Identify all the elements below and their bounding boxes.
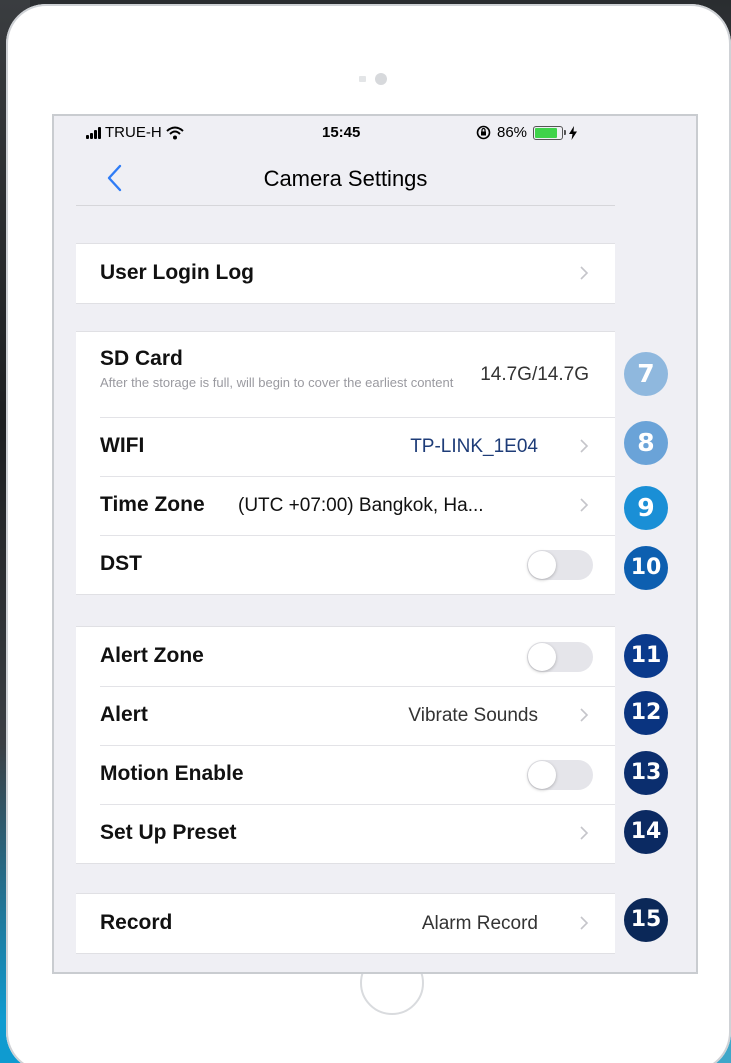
battery-icon <box>533 125 567 140</box>
front-camera <box>375 73 387 85</box>
camera-sensor <box>359 76 366 82</box>
motion-enable-label: Motion Enable <box>100 762 244 785</box>
set-up-preset-label: Set Up Preset <box>100 821 237 844</box>
alert-label: Alert <box>100 703 148 726</box>
carrier-name: TRUE-H <box>105 124 162 141</box>
alert-zone-toggle[interactable] <box>527 642 593 672</box>
wifi-row[interactable]: WIFI TP-LINK_1E04 <box>76 417 615 476</box>
section-log: User Login Log <box>76 243 615 304</box>
right-status-group: 86% <box>476 124 578 141</box>
user-login-log-row[interactable]: User Login Log <box>76 244 615 303</box>
wifi-label: WIFI <box>100 434 145 457</box>
wifi-icon <box>166 126 184 139</box>
navigation-bar: Camera Settings <box>76 152 615 206</box>
callout-badge-11: 11 <box>624 634 668 678</box>
callout-badge-9: 9 <box>624 486 668 530</box>
chevron-right-icon <box>580 916 589 930</box>
status-bar: TRUE-H 15:45 86% <box>76 116 615 152</box>
callout-badge-7: 7 <box>624 352 668 396</box>
alert-zone-label: Alert Zone <box>100 644 204 667</box>
carrier-group: TRUE-H <box>86 124 184 141</box>
sd-card-row[interactable]: SD Card After the storage is full, will … <box>76 332 615 417</box>
dst-label: DST <box>100 552 142 575</box>
record-value: Alarm Record <box>421 913 538 934</box>
app-view: TRUE-H 15:45 86% Camera Settings User Lo… <box>76 116 615 972</box>
callout-badge-10: 10 <box>624 546 668 590</box>
alert-zone-row: Alert Zone <box>76 627 615 686</box>
chevron-right-icon <box>580 266 589 280</box>
section-device: SD Card After the storage is full, will … <box>76 331 615 595</box>
callout-badge-15: 15 <box>624 898 668 942</box>
sd-card-capacity: 14.7G/14.7G <box>480 364 589 385</box>
battery-percent: 86% <box>497 124 528 141</box>
chevron-right-icon <box>580 708 589 722</box>
alert-row[interactable]: Alert Vibrate Sounds <box>76 686 615 745</box>
callout-badge-13: 13 <box>624 751 668 795</box>
sd-card-label: SD Card <box>100 347 183 370</box>
signal-icon <box>86 126 101 139</box>
record-row[interactable]: Record Alarm Record <box>76 894 615 953</box>
chevron-right-icon <box>580 439 589 453</box>
chevron-right-icon <box>580 826 589 840</box>
user-login-log-label: User Login Log <box>100 261 254 284</box>
time-zone-label: Time Zone <box>100 493 205 516</box>
alert-value: Vibrate Sounds <box>408 705 538 726</box>
dst-toggle[interactable] <box>527 550 593 580</box>
callout-badge-14: 14 <box>624 810 668 854</box>
callout-badge-8: 8 <box>624 421 668 465</box>
motion-enable-row: Motion Enable <box>76 745 615 804</box>
sd-card-subtitle: After the storage is full, will begin to… <box>100 375 454 390</box>
page-title: Camera Settings <box>263 166 428 191</box>
dst-row: DST <box>76 535 615 594</box>
charging-icon <box>569 125 578 140</box>
set-up-preset-row[interactable]: Set Up Preset <box>76 804 615 863</box>
chevron-right-icon <box>580 498 589 512</box>
section-alerts: Alert Zone Alert Vibrate Sounds Motion E… <box>76 626 615 864</box>
clock: 15:45 <box>322 124 361 141</box>
time-zone-value: (UTC +07:00) Bangkok, Ha... <box>238 495 484 516</box>
orientation-lock-icon <box>476 125 491 140</box>
device-screen: TRUE-H 15:45 86% Camera Settings User Lo… <box>52 114 698 974</box>
record-label: Record <box>100 911 173 934</box>
motion-enable-toggle[interactable] <box>527 760 593 790</box>
time-zone-row[interactable]: Time Zone (UTC +07:00) Bangkok, Ha... <box>76 476 615 535</box>
callout-badge-12: 12 <box>624 691 668 735</box>
section-record: Record Alarm Record <box>76 893 615 954</box>
wifi-network-name: TP-LINK_1E04 <box>410 436 538 457</box>
